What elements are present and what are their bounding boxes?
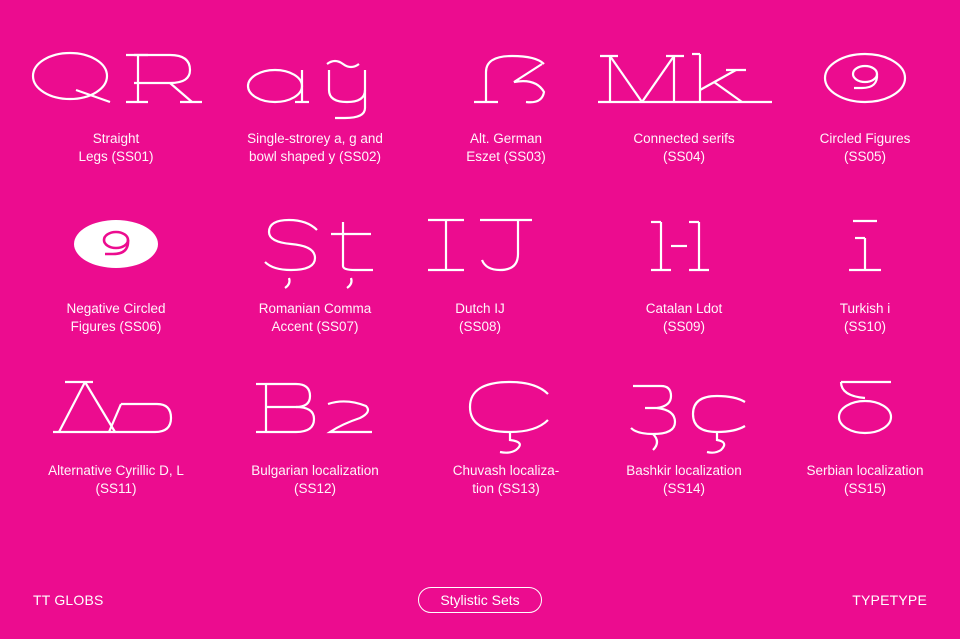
caption-line-1: Alternative Cyrillic D, L — [48, 463, 184, 478]
caption-ss06: Negative Circled Figures (SS06) — [20, 300, 212, 336]
glyph-specimen-agy — [219, 50, 411, 130]
caption-ss07: Romanian Comma Accent (SS07) — [219, 300, 411, 336]
caption-line-1: Single-strorey a, g and — [247, 131, 383, 146]
caption-line-1: Negative Circled — [66, 301, 166, 316]
caption-line-1: Circled Figures — [819, 131, 911, 146]
caption-line-1: Straight — [92, 131, 140, 146]
caption-line-2: Eszet (SS03) — [466, 149, 546, 164]
glyph-specimen-negative-circled-9 — [20, 218, 212, 298]
caption-ss03: Alt. German Eszet (SS03) — [410, 130, 602, 166]
caption-line-1: Catalan Ldot — [645, 301, 723, 316]
caption-line-2: tion (SS13) — [472, 481, 540, 496]
caption-line-1: Chuvash localiza- — [452, 463, 560, 478]
caption-ss10: Turkish i (SS10) — [769, 300, 960, 336]
font-name-label: TT GLOBS — [33, 592, 104, 608]
caption-line-1: Connected serifs — [633, 131, 735, 146]
caption-line-2: (SS15) — [843, 481, 887, 496]
caption-ss02: Single-strorey a, g and bowl shaped y (S… — [219, 130, 411, 166]
caption-ss09: Catalan Ldot (SS09) — [588, 300, 780, 336]
caption-ss04: Connected serifs (SS04) — [588, 130, 780, 166]
caption-line-2: (SS12) — [293, 481, 337, 496]
foundry-name-label: TYPETYPE — [852, 592, 927, 608]
glyph-specimen-chuvash-c — [410, 380, 602, 460]
glyph-specimen-eszet — [410, 50, 602, 130]
caption-line-1: Dutch IJ — [455, 301, 505, 316]
stylistic-sets-pill: Stylistic Sets — [418, 587, 542, 613]
caption-line-1: Turkish i — [839, 301, 891, 316]
glyph-specimen-turkish-i — [769, 218, 960, 298]
caption-line-2: (SS10) — [843, 319, 887, 334]
caption-line-2: Accent (SS07) — [271, 319, 359, 334]
caption-line-2: (SS09) — [662, 319, 706, 334]
glyph-specimen-romanian-st — [219, 218, 411, 298]
caption-ss15: Serbian localization (SS15) — [769, 462, 960, 498]
caption-line-2: (SS05) — [843, 149, 887, 164]
caption-line-1: Bashkir localization — [626, 463, 742, 478]
caption-line-1: Serbian localization — [806, 463, 924, 478]
glyph-specimen-bulgarian — [219, 380, 411, 460]
caption-ss08: Dutch IJ (SS08) — [384, 300, 576, 336]
caption-ss14: Bashkir localization (SS14) — [588, 462, 780, 498]
caption-ss01: Straight Legs (SS01) — [20, 130, 212, 166]
caption-line-2: (SS14) — [662, 481, 706, 496]
caption-line-2: Figures (SS06) — [70, 319, 162, 334]
glyph-specimen-dutch-ij — [384, 218, 576, 298]
caption-line-2: (SS04) — [662, 149, 706, 164]
glyph-specimen-mk — [588, 50, 780, 130]
caption-ss05: Circled Figures (SS05) — [769, 130, 960, 166]
caption-line-2: bowl shaped y (SS02) — [248, 149, 382, 164]
stylistic-sets-grid: Straight Legs (SS01) Single-strorey a, g… — [0, 0, 960, 560]
caption-ss12: Bulgarian localization (SS12) — [219, 462, 411, 498]
caption-line-1: Alt. German — [469, 131, 543, 146]
glyph-specimen-serbian-b — [769, 380, 960, 460]
caption-ss13: Chuvash localiza- tion (SS13) — [410, 462, 602, 498]
caption-line-2: (SS11) — [95, 481, 137, 496]
caption-line-1: Bulgarian localization — [251, 463, 379, 478]
glyph-specimen-circled-9 — [769, 50, 960, 130]
caption-line-2: (SS08) — [458, 319, 502, 334]
glyph-specimen-bashkir — [588, 380, 780, 460]
caption-line-2: Legs (SS01) — [78, 149, 154, 164]
glyph-specimen-catalan-ldot — [588, 218, 780, 298]
caption-ss11: Alternative Cyrillic D, L (SS11) — [20, 462, 212, 498]
glyph-specimen-qr — [20, 50, 212, 130]
glyph-specimen-cyrillic-dl — [20, 380, 212, 460]
caption-line-1: Romanian Comma — [258, 301, 372, 316]
